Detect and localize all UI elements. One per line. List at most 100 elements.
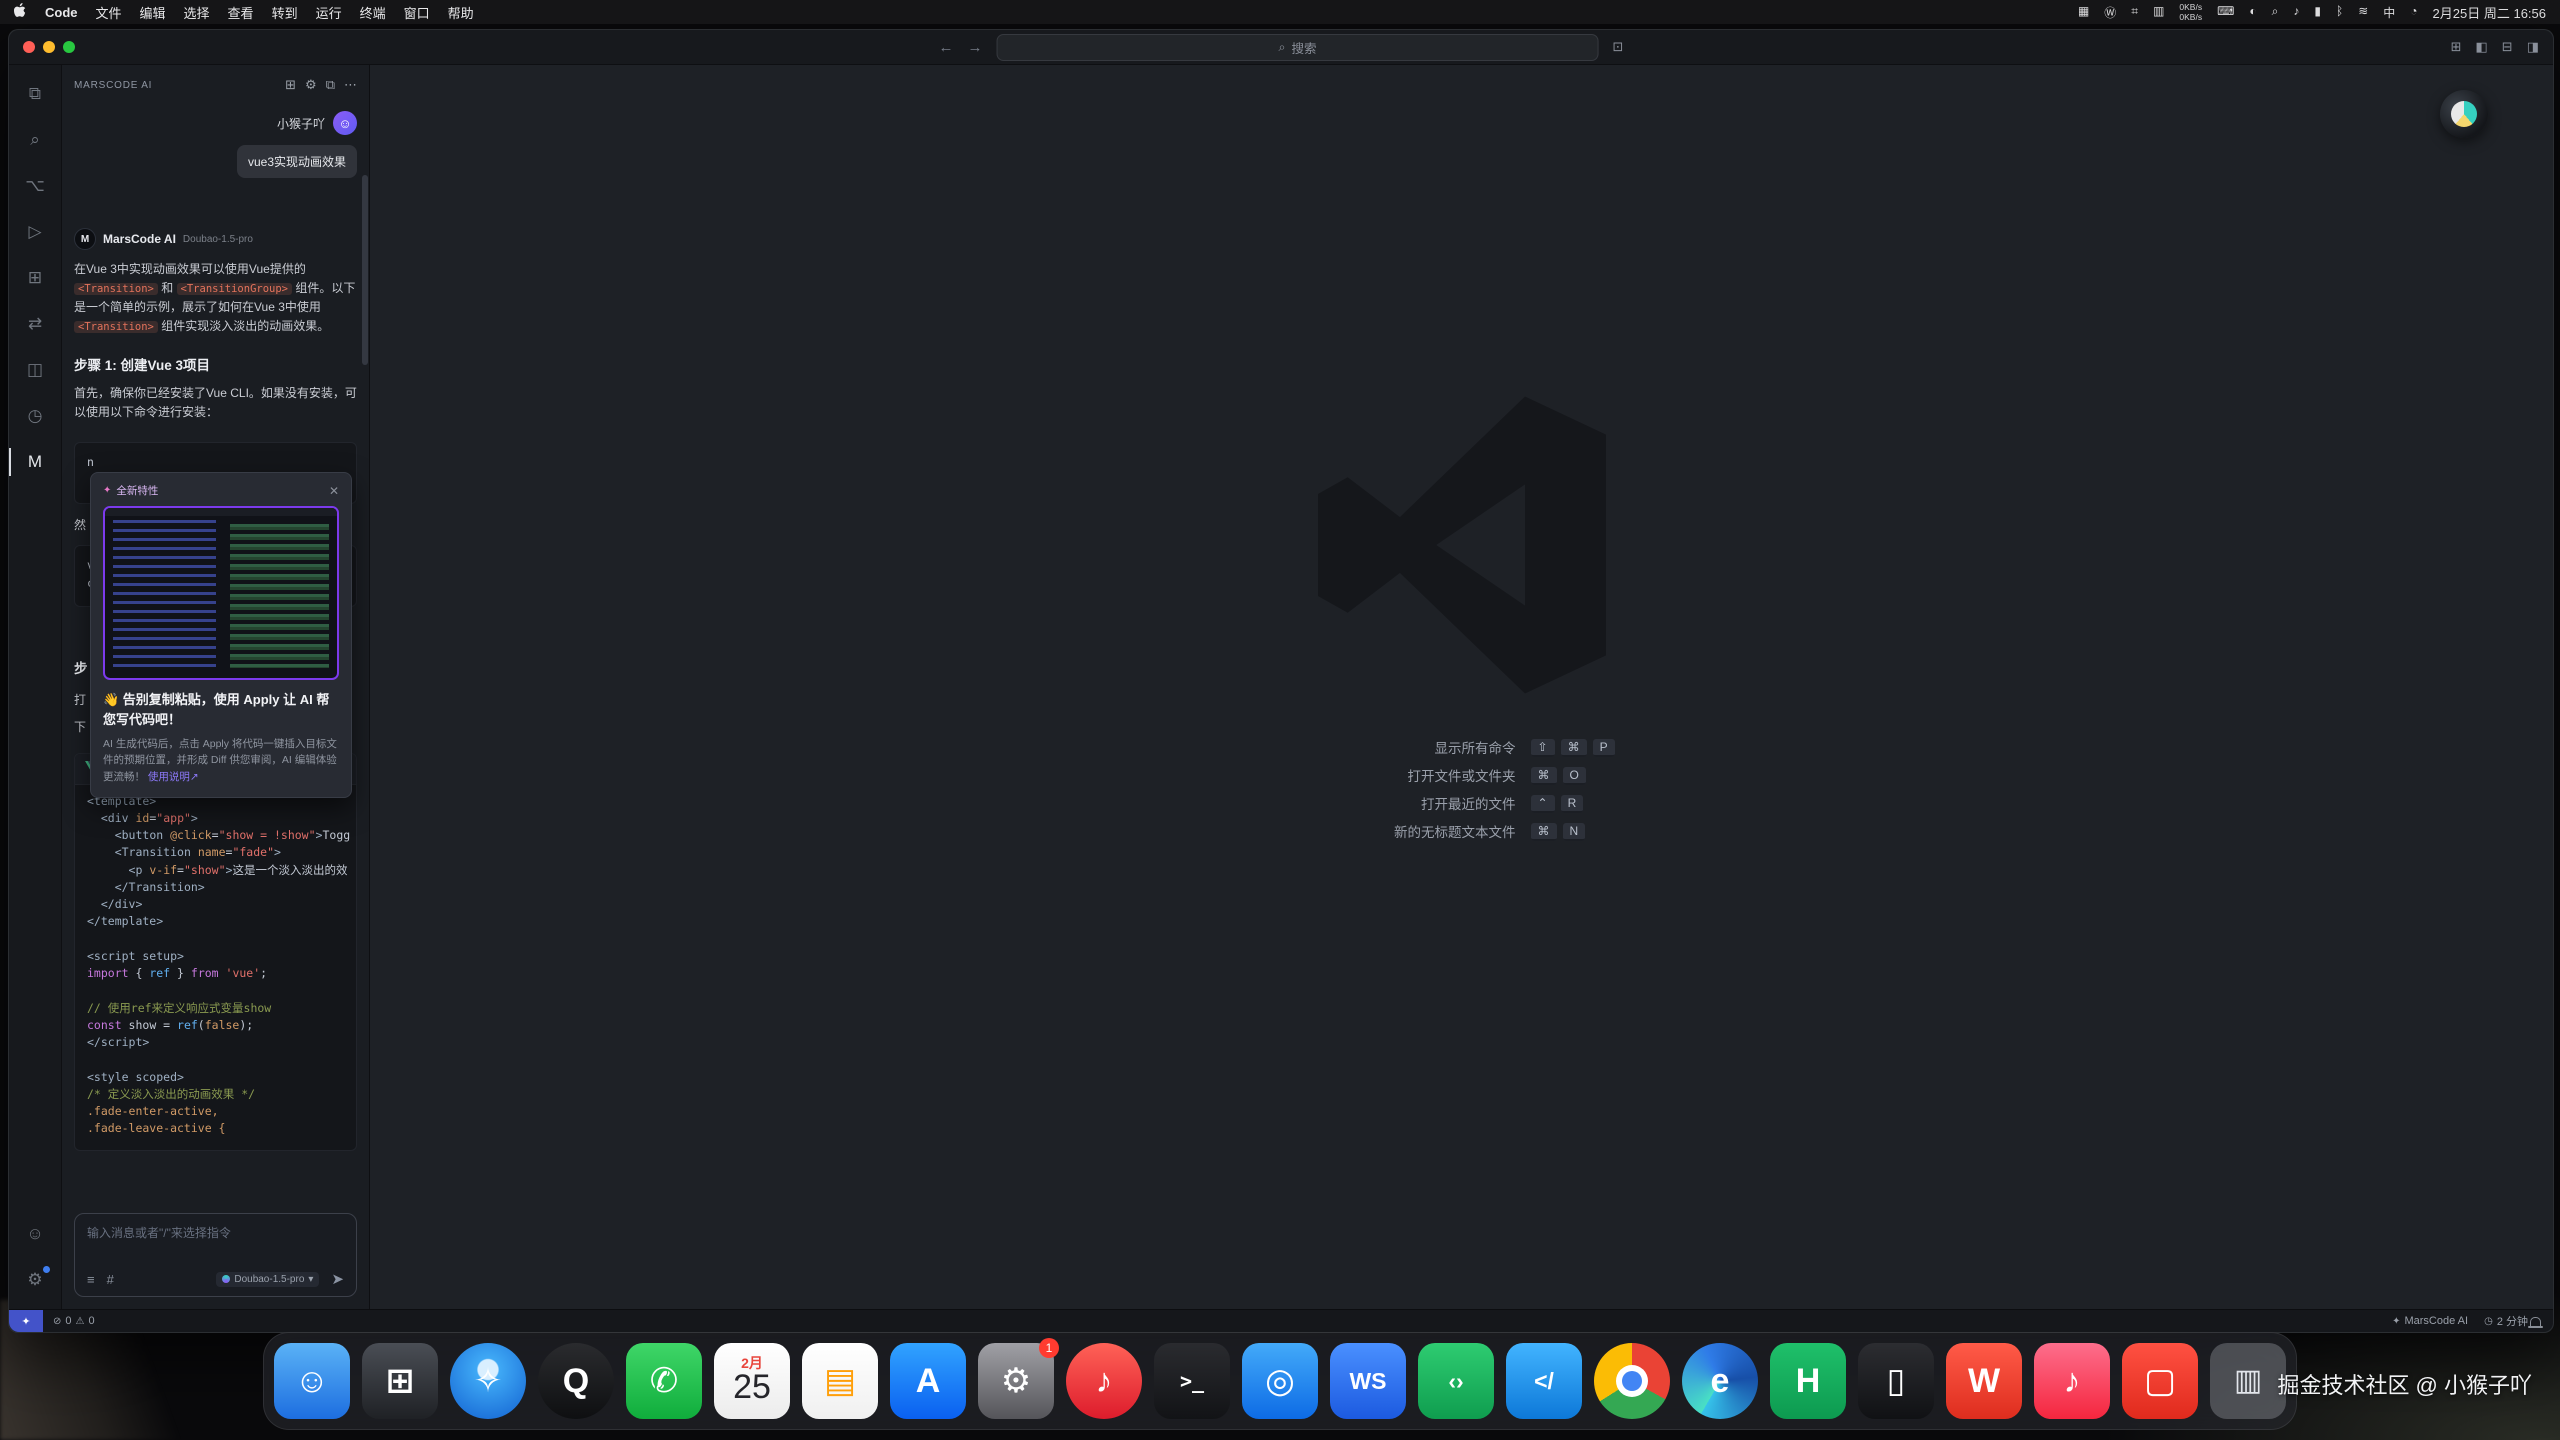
activity-search[interactable]: ⌕ — [9, 117, 61, 163]
activity-source-control[interactable]: ⌥ — [9, 163, 61, 209]
input-source-icon[interactable]: 中 — [2383, 4, 2395, 21]
dock-wechat[interactable]: ✆ — [626, 1343, 702, 1419]
skills-icon[interactable]: ≡ — [87, 1272, 95, 1287]
app-menu[interactable]: Code — [45, 5, 78, 20]
dock-red-app[interactable]: ▢ — [2122, 1343, 2198, 1419]
dock-wechat-devtools[interactable]: ‹› — [1418, 1343, 1494, 1419]
usage-doc-link[interactable]: 使用说明↗ — [148, 771, 199, 783]
chat-input[interactable]: 输入消息或者"/"来选择指令 ≡ # Doubao-1.5-pro▾ ➤ — [74, 1213, 357, 1297]
inline-code: <Transition> — [74, 321, 158, 333]
minimize-window-button[interactable] — [43, 41, 55, 53]
wifi-icon[interactable]: ≋ — [2358, 4, 2368, 21]
dock-finder[interactable]: ☺ — [274, 1343, 350, 1419]
toggle-secondary-sidebar-icon[interactable]: ◨ — [2527, 39, 2539, 55]
dock-hbuilderx[interactable]: H — [1770, 1343, 1846, 1419]
user-message[interactable]: vue3实现动画效果 — [237, 145, 357, 178]
dock-books[interactable]: ▤ — [802, 1343, 878, 1419]
control-center-icon[interactable]: ◔ — [2410, 4, 2417, 21]
dock-qq[interactable]: Q — [538, 1343, 614, 1419]
layout-control-icon[interactable]: ⊡ — [1613, 39, 1624, 55]
customize-layout-icon[interactable]: ⊞ — [2451, 39, 2462, 55]
stage-manager-icon[interactable]: ▥ — [2153, 4, 2164, 21]
close-window-button[interactable] — [23, 41, 35, 53]
activity-account[interactable]: ☺ — [9, 1211, 61, 1257]
floating-assistant-ball[interactable] — [2440, 90, 2488, 138]
assistant-paragraph: 在Vue 3中实现动画效果可以使用Vue提供的 <Transition> 和 <… — [74, 260, 357, 336]
dock-calendar[interactable]: 2月25 — [714, 1343, 790, 1419]
window-grid-icon[interactable]: ⌗ — [2131, 4, 2138, 21]
menu-clock[interactable]: 2月25日 周二 16:56 — [2433, 3, 2546, 22]
nav-forward-icon[interactable]: → — [968, 39, 983, 56]
chat-settings-icon[interactable]: ⚙ — [305, 77, 317, 93]
activity-docker[interactable]: ◫ — [9, 347, 61, 393]
popup-close-icon[interactable]: ✕ — [329, 484, 339, 498]
keyboard-icon[interactable]: ⌨ — [2217, 4, 2234, 21]
music-icon[interactable]: ♪ — [2293, 4, 2299, 21]
menu-item[interactable]: 终端 — [360, 3, 386, 22]
toggle-primary-sidebar-icon[interactable]: ◧ — [2476, 39, 2488, 55]
code-content[interactable]: <template> <div id="app"> <button @click… — [75, 785, 356, 1146]
search-icon[interactable]: ⌕ — [2272, 4, 2279, 21]
activity-remote-explorer[interactable]: ⇄ — [9, 301, 61, 347]
history-icon[interactable]: ⧉ — [326, 77, 335, 93]
sidebar-scrollbar[interactable] — [362, 175, 368, 365]
menu-item[interactable]: 转到 — [272, 3, 298, 22]
status-marscode-ai[interactable]: ✦MarsCode AI — [2392, 1315, 2468, 1327]
maximize-window-button[interactable] — [63, 41, 75, 53]
model-logo-icon — [222, 1275, 230, 1283]
activity-timeline[interactable]: ◷ — [9, 393, 61, 439]
toggle-panel-icon[interactable]: ⊟ — [2502, 39, 2513, 55]
menu-item[interactable]: 帮助 — [448, 3, 474, 22]
dock-vscode[interactable]: </ — [1506, 1343, 1582, 1419]
display-icon[interactable]: ◐ — [2249, 4, 2256, 21]
status-bar: ✦ ⊘0 ⚠0 ✦MarsCode AI ◷2 分钟 — [9, 1309, 2553, 1332]
status-session-time[interactable]: ◷2 分钟 — [2484, 1313, 2528, 1329]
dock-chrome[interactable] — [1594, 1343, 1670, 1419]
activity-extensions[interactable]: ⊞ — [9, 255, 61, 301]
activity-marscode[interactable]: M — [9, 439, 61, 485]
apple-menu-icon[interactable] — [14, 3, 27, 21]
dock-trash[interactable]: ▥ — [2210, 1343, 2286, 1419]
dock-launchpad[interactable]: ⊞ — [362, 1343, 438, 1419]
dock-tencent-meeting[interactable]: ◎ — [1242, 1343, 1318, 1419]
problems-indicator[interactable]: ⊘0 ⚠0 — [43, 1315, 95, 1327]
wechat-status-icon[interactable]: Ⓦ — [2104, 4, 2116, 21]
battery-icon[interactable]: ▮ — [2314, 4, 2321, 21]
dock-iphone-mirroring[interactable]: ▯ — [1858, 1343, 1934, 1419]
network-speed-indicator[interactable]: 0KB/s0KB/s — [2179, 2, 2202, 22]
dock-wps-red[interactable]: W — [1946, 1343, 2022, 1419]
menu-item[interactable]: 运行 — [316, 3, 342, 22]
nav-back-icon[interactable]: ← — [939, 39, 954, 56]
menu-item[interactable]: 文件 — [96, 3, 122, 22]
model-selector[interactable]: Doubao-1.5-pro▾ — [216, 1272, 319, 1287]
menu-item[interactable]: 选择 — [184, 3, 210, 22]
activity-explorer[interactable]: ⧉ — [9, 71, 61, 117]
dock-safari[interactable]: ✧ — [450, 1343, 526, 1419]
dock-settings[interactable]: ⚙1 — [978, 1343, 1054, 1419]
title-bar[interactable]: ← → ⌕ 搜索 ⊡ ⊞ ◧ ⊟ ◨ — [9, 30, 2553, 65]
bluetooth-icon[interactable]: ᛒ — [2336, 4, 2343, 21]
context-hash-icon[interactable]: # — [107, 1272, 114, 1287]
command-center-search[interactable]: ⌕ 搜索 — [997, 34, 1599, 61]
dock-edge[interactable]: e — [1682, 1343, 1758, 1419]
notifications-bell-icon[interactable] — [2530, 1317, 2541, 1326]
remote-indicator[interactable]: ✦ — [9, 1310, 43, 1332]
more-icon[interactable]: ⋯ — [344, 77, 357, 93]
activity-settings[interactable]: ⚙ — [9, 1257, 61, 1303]
inline-code: <Transition> — [74, 283, 158, 295]
dock-apple-music[interactable]: ♪ — [2034, 1343, 2110, 1419]
dock-netease-music[interactable]: ♪ — [1066, 1343, 1142, 1419]
menu-item[interactable]: 窗口 — [404, 3, 430, 22]
dock-terminal[interactable]: >_ — [1154, 1343, 1230, 1419]
activity-run-debug[interactable]: ▷ — [9, 209, 61, 255]
send-icon[interactable]: ➤ — [331, 1270, 344, 1288]
new-chat-icon[interactable]: ⊞ — [285, 77, 296, 93]
key-cap: ⌃ — [1531, 795, 1555, 813]
screen-recorder-icon[interactable]: ▦ — [2078, 4, 2089, 21]
menu-item[interactable]: 查看 — [228, 3, 254, 22]
menu-item[interactable]: 编辑 — [140, 3, 166, 22]
menu-bar: Code 文件编辑选择查看转到运行终端窗口帮助 ▦Ⓦ⌗▥ 0KB/s0KB/s … — [0, 0, 2560, 24]
dock-appstore[interactable]: A — [890, 1343, 966, 1419]
user-avatar[interactable]: ☺ — [333, 111, 357, 135]
dock-wps[interactable]: WS — [1330, 1343, 1406, 1419]
